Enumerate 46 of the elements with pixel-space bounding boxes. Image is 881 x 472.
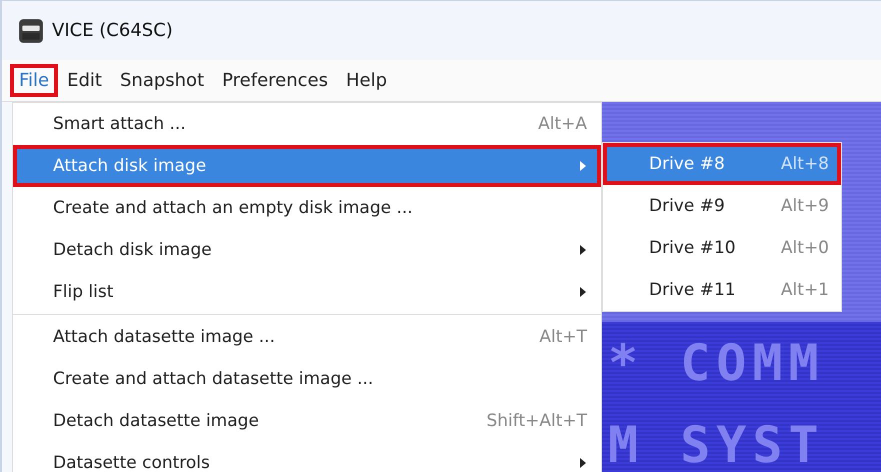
submenu-arrow-icon	[579, 160, 587, 172]
menu-bar-item[interactable]: Snapshot	[110, 64, 214, 97]
menu-item-label: Datasette controls	[53, 453, 211, 472]
submenu-arrow-icon	[579, 244, 587, 256]
menu-item-label: Detach disk image	[53, 240, 213, 260]
menu-bar-item[interactable]: File	[10, 64, 58, 97]
app-logo-icon	[18, 18, 44, 44]
menu-item-label: Drive #9	[649, 196, 725, 216]
menu-item[interactable]: Attach disk image	[13, 145, 601, 187]
menu-item[interactable]: Detach disk image	[13, 229, 601, 271]
shortcut-text: Alt+A	[538, 114, 587, 134]
menu-bar-item[interactable]: Edit	[58, 64, 111, 97]
shortcut-text: Shift+Alt+T	[486, 411, 587, 431]
shortcut-text: Alt+1	[780, 280, 829, 300]
shortcut-text: Alt+0	[780, 238, 829, 258]
menu-item-label: Create and attach an empty disk image ...	[53, 198, 414, 218]
submenu-arrow-icon	[579, 457, 587, 469]
shortcut-text: Alt+9	[780, 196, 829, 216]
menu-item-label: Flip list	[53, 282, 114, 302]
submenu-item[interactable]: Drive #8 Alt+8	[603, 143, 841, 185]
menu-item-label: Attach disk image	[53, 156, 208, 176]
menu-item-label: Detach datasette image	[53, 411, 260, 431]
menu-item-label: Drive #8	[649, 154, 725, 174]
submenu-item[interactable]: Drive #11 Alt+1	[603, 269, 841, 311]
submenu-item[interactable]: Drive #10 Alt+0	[603, 227, 841, 269]
menu-bar-item[interactable]: Preferences	[213, 64, 338, 97]
screen-text: * COMM	[608, 333, 826, 394]
menu-item-label: Drive #10	[649, 238, 736, 258]
menu-item[interactable]: Attach datasette image ... Alt+T	[13, 316, 601, 358]
menu-item-label: Create and attach datasette image ...	[53, 369, 374, 389]
submenu-arrow-icon	[579, 286, 587, 298]
menu-item[interactable]: Flip list	[13, 271, 601, 313]
menu-item[interactable]: Smart attach ... Alt+A	[13, 103, 601, 145]
menu-bar-item[interactable]: Help	[337, 64, 396, 97]
menu-item-label: Attach datasette image ...	[53, 327, 276, 347]
menu-item-label: Drive #11	[649, 280, 736, 300]
screen-text: M SYST	[608, 415, 826, 472]
menu-item[interactable]: Create and attach datasette image ...	[13, 358, 601, 400]
menu-item[interactable]: Datasette controls	[13, 442, 601, 472]
menu-item[interactable]: Create and attach an empty disk image ...	[13, 187, 601, 229]
shortcut-text: Alt+8	[780, 154, 829, 174]
menu-item-label: Smart attach ...	[53, 114, 187, 134]
shortcut-text: Alt+T	[539, 327, 587, 347]
submenu-item[interactable]: Drive #9 Alt+9	[603, 185, 841, 227]
window-title: VICE (C64SC)	[52, 20, 173, 41]
menu-item[interactable]: Detach datasette image Shift+Alt+T	[13, 400, 601, 442]
